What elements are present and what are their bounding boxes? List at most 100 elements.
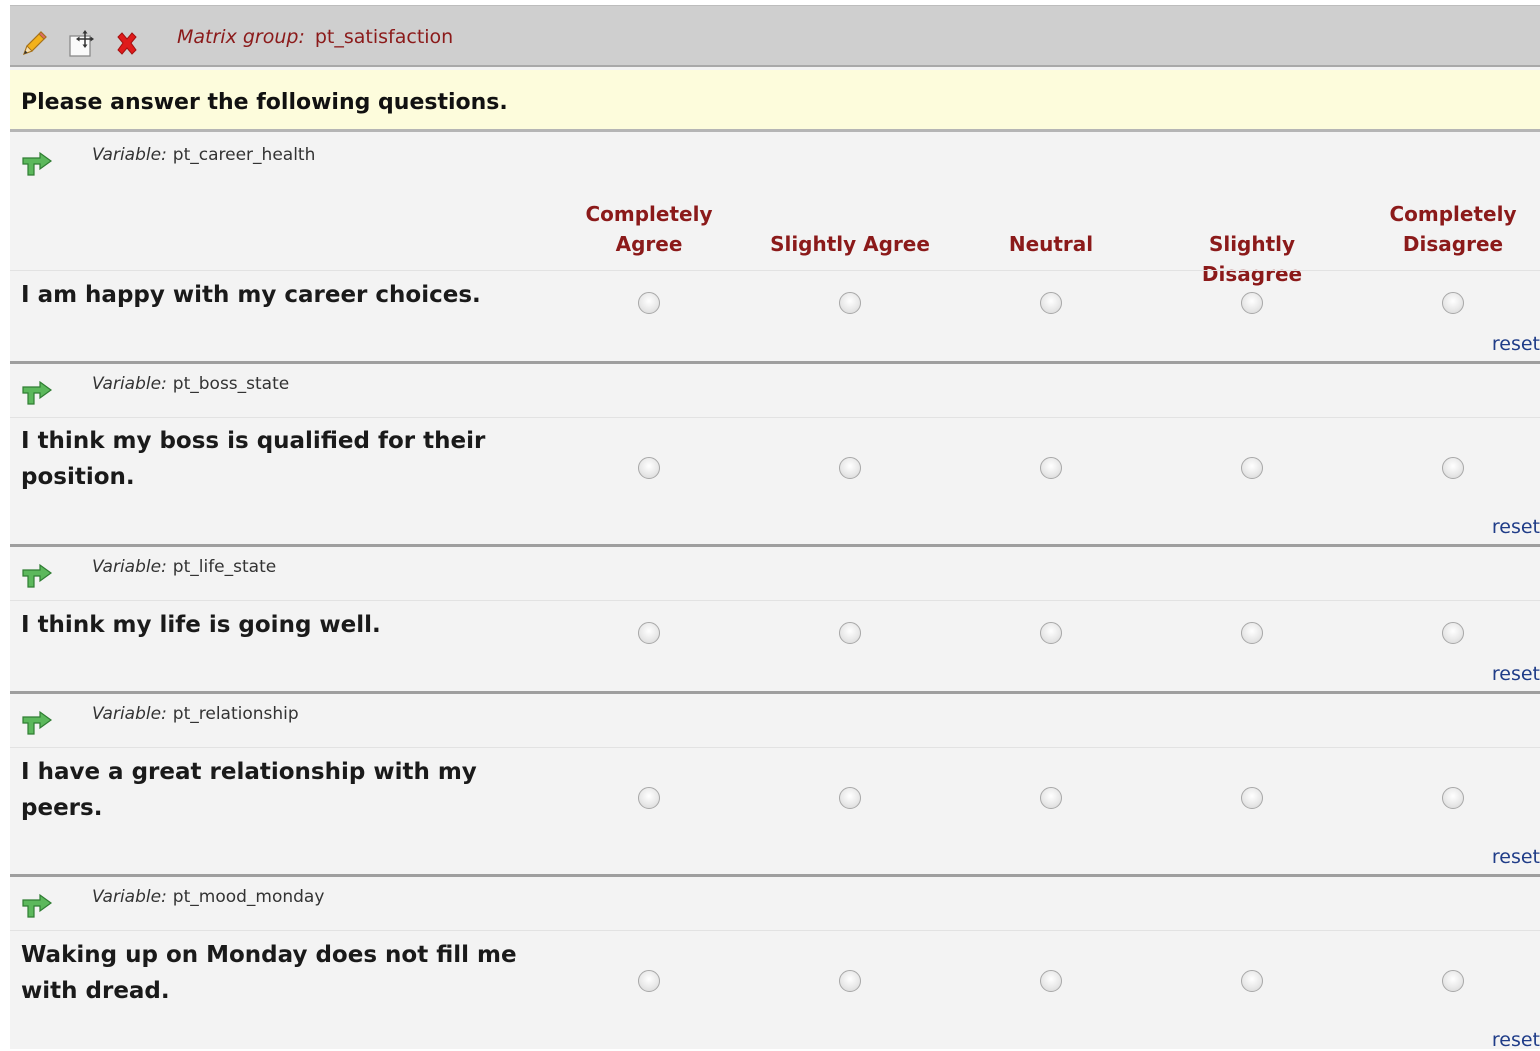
radio-neutral[interactable]: [1040, 457, 1062, 479]
radio-neutral[interactable]: [1040, 292, 1062, 314]
variable-name: pt_mood_monday: [172, 887, 325, 907]
row-divider: [10, 270, 1540, 271]
variable-prefix: Variable:: [92, 704, 167, 724]
radio-slightly-agree[interactable]: [839, 292, 861, 314]
column-header-line: Slightly Disagree: [1201, 232, 1303, 286]
radio-slightly-agree[interactable]: [839, 787, 861, 809]
radio-slightly-agree[interactable]: [839, 970, 861, 992]
variable-row: Variable: pt_mood_monday: [10, 877, 1540, 922]
radio-neutral[interactable]: [1040, 622, 1062, 644]
move-icon[interactable]: [65, 28, 97, 60]
variable-label: Variable: pt_life_state: [92, 557, 276, 577]
variable-name: pt_life_state: [172, 557, 277, 577]
variable-label: Variable: pt_career_health: [92, 145, 315, 165]
radio-completely-agree[interactable]: [638, 970, 660, 992]
row-divider: [10, 600, 1540, 601]
radio-completely-disagree[interactable]: [1442, 292, 1464, 314]
instructions-banner: Please answer the following questions.: [10, 70, 1540, 132]
question-block-5: Variable: pt_mood_monday Waking up on Mon…: [10, 877, 1540, 1051]
question-text-line: I am happy with my career choices.: [21, 282, 481, 308]
column-header-completely-disagree: Completely Disagree: [1358, 199, 1540, 259]
variable-name: pt_career_health: [172, 145, 316, 165]
reset-link[interactable]: reset: [1492, 516, 1540, 538]
row-divider: [10, 417, 1540, 418]
variable-label: Variable: pt_boss_state: [92, 374, 289, 394]
question-block-1: Variable: pt_career_health Completely Agr…: [10, 135, 1540, 364]
variable-row: Variable: pt_relationship: [10, 694, 1540, 739]
matrix-toolbar: Matrix group: pt_satisfaction: [10, 5, 1540, 67]
question-text: I think my life is going well.: [21, 607, 541, 643]
question-text-line: peers.: [21, 795, 103, 821]
radio-slightly-disagree[interactable]: [1241, 622, 1263, 644]
question-text: I am happy with my career choices.: [21, 277, 541, 313]
question-text: I have a great relationship with my peer…: [21, 754, 541, 826]
radio-slightly-disagree[interactable]: [1241, 292, 1263, 314]
instructions-text: Please answer the following questions.: [21, 90, 508, 115]
question-text-line: I have a great relationship with my: [21, 759, 477, 785]
radio-slightly-disagree[interactable]: [1241, 787, 1263, 809]
radio-completely-disagree[interactable]: [1442, 457, 1464, 479]
radio-completely-disagree[interactable]: [1442, 970, 1464, 992]
variable-row: Variable: pt_life_state: [10, 547, 1540, 592]
radio-slightly-agree[interactable]: [839, 622, 861, 644]
question-text: Waking up on Monday does not fill me wit…: [21, 937, 541, 1009]
radio-slightly-agree[interactable]: [839, 457, 861, 479]
row-divider: [10, 930, 1540, 931]
column-header-line: Completely: [1389, 202, 1517, 226]
pencil-icon[interactable]: [18, 28, 50, 60]
branching-logic-icon[interactable]: [20, 378, 54, 406]
variable-prefix: Variable:: [92, 557, 167, 577]
column-header-slightly-disagree: Slightly Disagree: [1157, 229, 1347, 289]
question-block-3: Variable: pt_life_state I think my life i…: [10, 547, 1540, 694]
matrix-group-label: Matrix group: pt_satisfaction: [177, 26, 453, 48]
question-block-4: Variable: pt_relationship I have a great …: [10, 694, 1540, 877]
radio-completely-agree[interactable]: [638, 787, 660, 809]
radio-completely-disagree[interactable]: [1442, 787, 1464, 809]
variable-prefix: Variable:: [92, 145, 167, 165]
column-header-line: Disagree: [1402, 232, 1504, 256]
radio-neutral[interactable]: [1040, 787, 1062, 809]
reset-link[interactable]: reset: [1492, 846, 1540, 868]
column-header-line: Agree: [615, 232, 683, 256]
branching-logic-icon[interactable]: [20, 708, 54, 736]
radio-slightly-disagree[interactable]: [1241, 457, 1263, 479]
branching-logic-icon[interactable]: [20, 561, 54, 589]
question-text-line: I think my life is going well.: [21, 612, 381, 638]
branching-logic-icon[interactable]: [20, 149, 54, 177]
radio-slightly-disagree[interactable]: [1241, 970, 1263, 992]
reset-link[interactable]: reset: [1492, 663, 1540, 685]
radio-completely-agree[interactable]: [638, 292, 660, 314]
matrix-group-prefix: Matrix group:: [177, 26, 305, 48]
matrix-group-name: pt_satisfaction: [314, 26, 454, 48]
variable-prefix: Variable:: [92, 887, 167, 907]
question-text-line: with dread.: [21, 978, 170, 1004]
variable-label: Variable: pt_relationship: [92, 704, 299, 724]
variable-row: Variable: pt_boss_state: [10, 364, 1540, 409]
variable-row: Variable: pt_career_health: [10, 135, 1540, 180]
matrix-field-editor: Matrix group: pt_satisfaction Please answ…: [10, 5, 1540, 1051]
variable-name: pt_boss_state: [172, 374, 290, 394]
question-text-line: position.: [21, 464, 135, 490]
question-block-2: Variable: pt_boss_state I think my boss i…: [10, 364, 1540, 547]
column-header-line: Neutral: [1008, 232, 1094, 256]
reset-link[interactable]: reset: [1492, 1029, 1540, 1051]
row-divider: [10, 747, 1540, 748]
question-text: I think my boss is qualified for their p…: [21, 423, 541, 495]
question-text-line: I think my boss is qualified for their: [21, 428, 486, 454]
column-header-line: Completely: [585, 202, 713, 226]
column-header-slightly-agree: Slightly Agree: [755, 229, 945, 259]
variable-prefix: Variable:: [92, 374, 167, 394]
variable-name: pt_relationship: [172, 704, 299, 724]
branching-logic-icon[interactable]: [20, 891, 54, 919]
reset-link[interactable]: reset: [1492, 333, 1540, 355]
radio-neutral[interactable]: [1040, 970, 1062, 992]
question-text-line: Waking up on Monday does not fill me: [21, 942, 517, 968]
column-header-line: Slightly Agree: [770, 232, 930, 256]
radio-completely-disagree[interactable]: [1442, 622, 1464, 644]
radio-completely-agree[interactable]: [638, 622, 660, 644]
variable-label: Variable: pt_mood_monday: [92, 887, 324, 907]
column-header-completely-agree: Completely Agree: [554, 199, 744, 259]
delete-icon[interactable]: [111, 28, 143, 60]
column-header-neutral: Neutral: [956, 229, 1146, 259]
radio-completely-agree[interactable]: [638, 457, 660, 479]
